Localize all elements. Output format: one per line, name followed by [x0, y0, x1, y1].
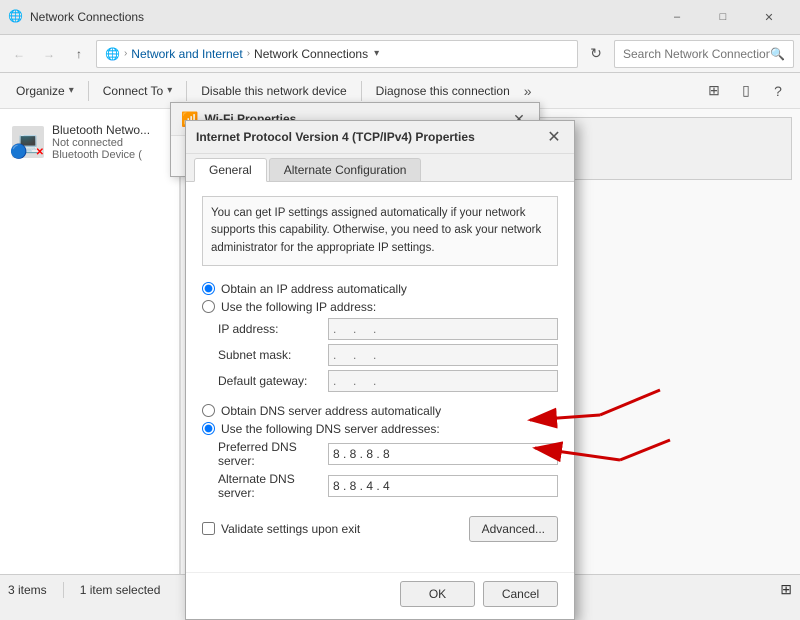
toolbar-separator-1 [88, 81, 89, 101]
ip-address-input[interactable] [328, 318, 558, 340]
breadcrumb-network-internet[interactable]: Network and Internet [131, 47, 242, 61]
help-button[interactable]: ? [764, 77, 792, 105]
manual-dns-row: Use the following DNS server addresses: [202, 422, 558, 436]
tcpip-close-button[interactable]: ✕ [544, 127, 564, 147]
preferred-dns-label: Preferred DNS server: [218, 440, 328, 468]
organize-button[interactable]: Organize ▾ [8, 77, 82, 105]
breadcrumb-icon: 🌐 [105, 47, 120, 61]
preferred-dns-row: Preferred DNS server: [218, 440, 558, 468]
search-input[interactable] [623, 47, 770, 61]
toolbar-separator-2 [186, 81, 187, 101]
advanced-button[interactable]: Advanced... [469, 516, 558, 542]
refresh-button[interactable]: ↻ [582, 40, 610, 68]
forward-button[interactable]: → [36, 41, 62, 67]
gateway-row: Default gateway: [218, 370, 558, 392]
window-title: Network Connections [30, 10, 654, 24]
auto-dns-row: Obtain DNS server address automatically [202, 404, 558, 418]
manual-ip-radio[interactable] [202, 300, 215, 313]
search-box: 🔍 [614, 40, 794, 68]
manual-dns-label: Use the following DNS server addresses: [221, 422, 440, 436]
subnet-label: Subnet mask: [218, 348, 328, 362]
device-list: 💻 🔵 ✕ Bluetooth Netwo... Not connected B… [0, 109, 180, 574]
bluetooth-device-icon: 💻 🔵 ✕ [12, 126, 44, 158]
status-separator [63, 582, 64, 598]
ip-fields-section: IP address: Subnet mask: Default gateway… [218, 318, 558, 392]
organize-chevron: ▾ [69, 85, 74, 96]
ip-address-label: IP address: [218, 322, 328, 336]
app-icon: 🌐 [8, 9, 24, 25]
details-pane-button[interactable]: ▯ [732, 77, 760, 105]
tcpip-title-bar: Internet Protocol Version 4 (TCP/IPv4) P… [186, 121, 574, 154]
preferred-dns-input[interactable] [328, 443, 558, 465]
subnet-row: Subnet mask: [218, 344, 558, 366]
address-bar: ← → ↑ 🌐 › Network and Internet › Network… [0, 35, 800, 73]
tcpip-dialog: Internet Protocol Version 4 (TCP/IPv4) P… [185, 120, 575, 620]
search-icon: 🔍 [770, 47, 785, 61]
validate-row: Validate settings upon exit Advanced... [202, 516, 558, 542]
auto-ip-label: Obtain an IP address automatically [221, 282, 407, 296]
tab-alternate-config[interactable]: Alternate Configuration [269, 158, 422, 181]
device-status: Not connected [52, 137, 167, 149]
tcpip-dialog-body: You can get IP settings assigned automat… [186, 182, 574, 572]
auto-ip-row: Obtain an IP address automatically [202, 282, 558, 296]
toolbar-separator-3 [361, 81, 362, 101]
device-info: Bluetooth Netwo... Not connected Bluetoo… [52, 123, 167, 161]
cancel-button[interactable]: Cancel [483, 581, 558, 607]
manual-ip-row: Use the following IP address: [202, 300, 558, 314]
title-bar: 🌐 Network Connections – □ ✕ [0, 0, 800, 35]
disable-network-label: Disable this network device [201, 84, 346, 98]
subnet-input[interactable] [328, 344, 558, 366]
tab-general[interactable]: General [194, 158, 267, 182]
auto-dns-radio[interactable] [202, 404, 215, 417]
validate-checkbox[interactable] [202, 522, 215, 535]
tab-bar: General Alternate Configuration [186, 154, 574, 182]
disconnected-icon: ✕ [36, 147, 44, 158]
connect-to-chevron: ▾ [167, 85, 172, 96]
back-button[interactable]: ← [6, 41, 32, 67]
ip-address-row: IP address: [218, 318, 558, 340]
diagnose-label: Diagnose this connection [376, 84, 510, 98]
device-type: Bluetooth Device ( [52, 149, 167, 161]
gateway-label: Default gateway: [218, 374, 328, 388]
alternate-dns-input[interactable] [328, 475, 558, 497]
dns-fields-section: Preferred DNS server: Alternate DNS serv… [218, 440, 558, 500]
minimize-button[interactable]: – [654, 0, 700, 35]
auto-ip-radio[interactable] [202, 282, 215, 295]
alternate-dns-label: Alternate DNS server: [218, 472, 328, 500]
list-item[interactable]: 💻 🔵 ✕ Bluetooth Netwo... Not connected B… [0, 117, 179, 167]
device-name: Bluetooth Netwo... [52, 123, 167, 137]
close-button[interactable]: ✕ [746, 0, 792, 35]
breadcrumb: 🌐 › Network and Internet › Network Conne… [96, 40, 578, 68]
toolbar-more-button[interactable]: » [520, 83, 536, 99]
maximize-button[interactable]: □ [700, 0, 746, 35]
alternate-dns-row: Alternate DNS server: [218, 472, 558, 500]
validate-label: Validate settings upon exit [221, 522, 360, 536]
status-right: ⊞ [780, 581, 792, 598]
organize-label: Organize [16, 84, 65, 98]
tcpip-title: Internet Protocol Version 4 (TCP/IPv4) P… [196, 130, 538, 144]
connect-to-label: Connect To [103, 84, 164, 98]
toolbar-right: ⊞ ▯ ? [700, 77, 792, 105]
breadcrumb-network-connections: Network Connections [254, 47, 368, 61]
ok-button[interactable]: OK [400, 581, 475, 607]
disable-network-button[interactable]: Disable this network device [193, 77, 354, 105]
up-button[interactable]: ↑ [66, 41, 92, 67]
connect-to-button[interactable]: Connect To ▾ [95, 77, 181, 105]
window-controls: – □ ✕ [654, 0, 792, 35]
dialog-buttons: OK Cancel [186, 572, 574, 619]
view-button[interactable]: ⊞ [700, 77, 728, 105]
breadcrumb-dropdown-icon[interactable]: ▾ [374, 48, 379, 59]
gateway-input[interactable] [328, 370, 558, 392]
item-count: 3 items [8, 583, 47, 597]
manual-ip-label: Use the following IP address: [221, 300, 376, 314]
selection-info: 1 item selected [80, 583, 161, 597]
description-text: You can get IP settings assigned automat… [202, 196, 558, 266]
status-icon: ⊞ [780, 581, 792, 598]
auto-dns-label: Obtain DNS server address automatically [221, 404, 441, 418]
diagnose-button[interactable]: Diagnose this connection [368, 77, 518, 105]
manual-dns-radio[interactable] [202, 422, 215, 435]
